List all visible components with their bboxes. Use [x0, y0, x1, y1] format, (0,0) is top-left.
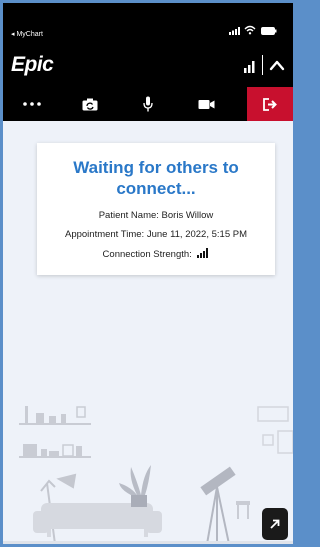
connection-bars-icon[interactable] — [243, 59, 257, 73]
call-controls-bar — [3, 87, 293, 121]
more-options-button[interactable] — [3, 87, 61, 121]
waiting-title: Waiting for others to connect... — [73, 158, 239, 198]
connection-strength-label: Connection Strength: — [102, 249, 192, 260]
video-button[interactable] — [177, 87, 235, 121]
epic-logo: Epic — [11, 53, 54, 76]
expand-view-button[interactable] — [262, 508, 288, 540]
cellular-signal-icon — [229, 27, 240, 35]
status-bar — [3, 3, 293, 23]
appointment-time: Appointment Time: June 11, 2022, 5:15 PM — [64, 229, 248, 240]
camera-rotate-icon — [82, 98, 98, 110]
top-bar: ◂ MyChart Epic — [3, 3, 293, 87]
chevron-up-icon[interactable] — [269, 59, 285, 71]
back-to-mychart-link[interactable]: ◂ MyChart — [11, 30, 43, 38]
potted-plant — [119, 465, 151, 507]
header-divider — [262, 55, 263, 75]
wall-shelves — [19, 406, 91, 458]
patient-name: Patient Name: Boris Willow — [98, 210, 214, 221]
battery-icon — [261, 27, 277, 35]
sofa — [33, 503, 162, 537]
microphone-icon — [143, 96, 153, 112]
expand-arrow-icon — [270, 519, 280, 529]
telescope — [200, 466, 236, 544]
wall-frames — [257, 406, 293, 454]
wifi-icon — [244, 25, 256, 35]
video-camera-icon — [198, 99, 214, 109]
ellipsis-icon — [23, 102, 41, 106]
waiting-room-illustration — [3, 406, 293, 544]
exit-icon — [263, 97, 277, 111]
signal-strength-icon — [197, 248, 209, 258]
app-frame: ◂ MyChart Epic Waiting for others to con… — [3, 3, 293, 544]
connection-strength: Connection Strength: — [37, 248, 275, 260]
switch-camera-button[interactable] — [61, 87, 119, 121]
microphone-button[interactable] — [119, 87, 177, 121]
stool — [236, 501, 250, 519]
waiting-card: Waiting for others to connect... Patient… — [37, 143, 275, 275]
leave-call-button[interactable] — [247, 87, 293, 121]
